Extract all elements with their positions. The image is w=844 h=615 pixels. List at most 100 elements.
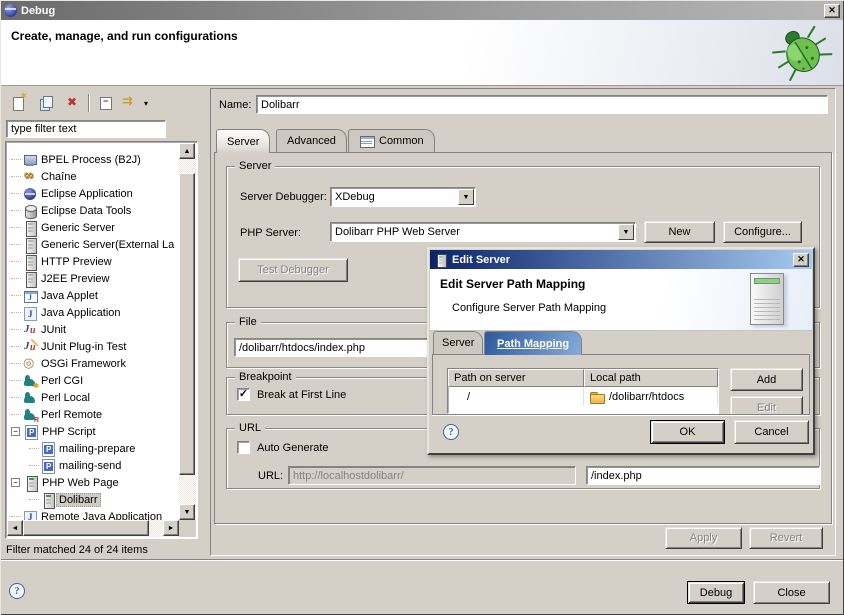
break-first-line-checkbox[interactable]: ✓ xyxy=(237,388,250,401)
dialog-help-icon[interactable]: ? xyxy=(443,424,459,440)
tree-item-http-preview[interactable]: HTTP Preview xyxy=(7,253,115,270)
add-mapping-button[interactable]: Add xyxy=(730,368,803,391)
scroll-right-icon[interactable]: ► xyxy=(163,520,179,536)
collapse-expander-icon[interactable]: − xyxy=(11,427,20,436)
tree-item-perl-cgi[interactable]: ✱Perl CGI xyxy=(7,372,86,389)
tab-server-label: Server xyxy=(227,136,259,148)
tree-item-junit-plug-in-test[interactable]: JUnit Plug-in Test xyxy=(7,338,129,355)
new-server-button[interactable]: New xyxy=(644,221,715,243)
tree-item-generic-server[interactable]: Generic Server xyxy=(7,219,118,236)
ok-button[interactable]: OK xyxy=(650,420,725,444)
dialog-tab-path-mapping[interactable]: Path Mapping xyxy=(484,331,582,355)
collapse-all-button[interactable] xyxy=(93,92,117,114)
tree-guide-line xyxy=(11,244,21,245)
dialog-close-icon[interactable]: ✕ xyxy=(793,253,809,267)
auto-generate-checkbox[interactable] xyxy=(237,441,250,454)
tree-item-label: OSGi Framework xyxy=(38,357,129,371)
mapping-row-local-path[interactable]: /dolibarr/htdocs xyxy=(584,387,718,406)
configure-server-button[interactable]: Configure... xyxy=(723,221,802,243)
column-header-path-on-server[interactable]: Path on server xyxy=(448,369,584,387)
dialog-tab-server-label: Server xyxy=(442,337,474,349)
server-debugger-value: XDebug xyxy=(335,191,375,203)
banner: Create, manage, and run configurations xyxy=(1,20,843,86)
tree-item-label: PHP Web Page xyxy=(39,476,122,490)
tab-server[interactable]: Server xyxy=(216,129,270,153)
dialog-titlebar: Edit Server ✕ xyxy=(430,250,812,269)
tree-item-label: Dolibarr xyxy=(56,493,101,507)
collapse-expander-icon[interactable]: − xyxy=(11,478,20,487)
php-server-combobox[interactable]: Dolibarr PHP Web Server ▼ xyxy=(330,222,636,242)
bug-icon xyxy=(769,21,835,83)
edit-server-dialog: Edit Server ✕ Edit Server Path Mapping C… xyxy=(427,247,815,455)
toolbar-separator xyxy=(88,94,90,112)
path-mapping-table[interactable]: Path on serverLocal path//dolibarr/htdoc… xyxy=(447,368,719,414)
tree-item-perl-remote[interactable]: RPerl Remote xyxy=(7,406,105,423)
tree-item-mailing-prepare[interactable]: mailing-prepare xyxy=(7,440,138,457)
tree-guide-line xyxy=(11,278,21,279)
new-configuration-button[interactable] xyxy=(6,92,30,114)
tree-item-mailing-send[interactable]: mailing-send xyxy=(7,457,124,474)
tab-advanced-label: Advanced xyxy=(287,135,336,147)
combo-arrow-icon[interactable]: ▼ xyxy=(618,224,634,240)
filter-menu-button[interactable]: ▾ xyxy=(140,92,152,114)
perl-remote-icon: R xyxy=(22,407,38,423)
tree-item-label: Java Application xyxy=(38,306,124,320)
help-icon[interactable]: ? xyxy=(9,583,25,599)
horizontal-scroll-thumb[interactable] xyxy=(23,520,149,536)
path-mapping-content: Path on serverLocal path//dolibarr/htdoc… xyxy=(432,354,810,414)
table-icon xyxy=(359,133,375,149)
tree-item-junit[interactable]: JUnit xyxy=(7,321,69,338)
dialog-heading: Edit Server Path Mapping xyxy=(440,277,585,291)
server-group-title: Server xyxy=(235,160,275,172)
dialog-header: Edit Server Path Mapping Configure Serve… xyxy=(430,269,812,331)
tree-item-cha-ne[interactable]: Chaîne xyxy=(7,168,79,185)
php-icon xyxy=(23,424,39,440)
junit-icon xyxy=(22,322,38,338)
tree-item-j2ee-preview[interactable]: J2EE Preview xyxy=(7,270,112,287)
url-path-value: /index.php xyxy=(591,470,642,482)
vertical-scroll-thumb[interactable] xyxy=(179,173,195,475)
column-header-local-path[interactable]: Local path xyxy=(584,369,718,387)
mapping-row-server-path[interactable]: / xyxy=(448,387,584,406)
scroll-down-icon[interactable]: ▼ xyxy=(179,504,195,520)
tree-item-dolibarr[interactable]: Dolibarr xyxy=(7,491,101,508)
duplicate-configuration-button[interactable] xyxy=(34,92,58,114)
tree-item-eclipse-data-tools[interactable]: Eclipse Data Tools xyxy=(7,202,134,219)
scroll-up-icon[interactable]: ▲ xyxy=(179,143,195,159)
tree-item-osgi-framework[interactable]: OSGi Framework xyxy=(7,355,129,372)
url-path-input[interactable]: /index.php xyxy=(586,466,820,485)
tree-item-bpel-process-b2j-[interactable]: BPEL Process (B2J) xyxy=(7,151,144,168)
delete-configuration-button[interactable] xyxy=(62,92,86,114)
window-close-icon[interactable]: ✕ xyxy=(824,4,840,18)
tree-item-php-web-page[interactable]: − PHP Web Page xyxy=(7,474,122,491)
tab-advanced[interactable]: Advanced xyxy=(276,129,347,152)
auto-generate-label: Auto Generate xyxy=(257,442,329,454)
base-url-value: http://localhostdolibarr/ xyxy=(293,470,404,482)
dialog-tabbar: Server Path Mapping xyxy=(432,331,810,354)
tree-item-java-application[interactable]: Java Application xyxy=(7,304,124,321)
junit-plugin-icon xyxy=(22,339,38,355)
tree-item-label: Perl Remote xyxy=(38,408,105,422)
tree-item-eclipse-application[interactable]: Eclipse Application xyxy=(7,185,136,202)
tree-vertical-scrollbar[interactable]: ▲ ▼ xyxy=(179,143,196,520)
name-input[interactable]: Dolibarr xyxy=(256,95,828,114)
tree-item-remote-java-application[interactable]: Remote Java Application xyxy=(7,508,165,520)
filter-input[interactable]: type filter text xyxy=(6,120,166,138)
server-debugger-combobox[interactable]: XDebug ▼ xyxy=(330,187,476,207)
filter-button[interactable] xyxy=(118,92,142,114)
debug-button[interactable]: Debug xyxy=(687,581,745,604)
revert-button: Revert xyxy=(749,527,823,549)
tree-horizontal-scrollbar[interactable]: ◄ ► xyxy=(7,520,179,537)
test-debugger-button: Test Debugger xyxy=(238,258,348,282)
tree-item-java-applet[interactable]: Java Applet xyxy=(7,287,101,304)
tree-item-generic-server-external-la[interactable]: Generic Server(External La xyxy=(7,236,177,253)
tree-item-perl-local[interactable]: Perl Local xyxy=(7,389,93,406)
dialog-tab-server[interactable]: Server xyxy=(433,331,483,354)
tree-guide-line xyxy=(11,295,21,296)
close-button[interactable]: Close xyxy=(753,581,830,604)
scroll-left-icon[interactable]: ◄ xyxy=(7,520,23,536)
tab-common[interactable]: Common xyxy=(348,129,435,152)
tree-item-php-script[interactable]: −PHP Script xyxy=(7,423,99,440)
combo-arrow-icon[interactable]: ▼ xyxy=(458,189,474,205)
cancel-button[interactable]: Cancel xyxy=(734,420,809,444)
